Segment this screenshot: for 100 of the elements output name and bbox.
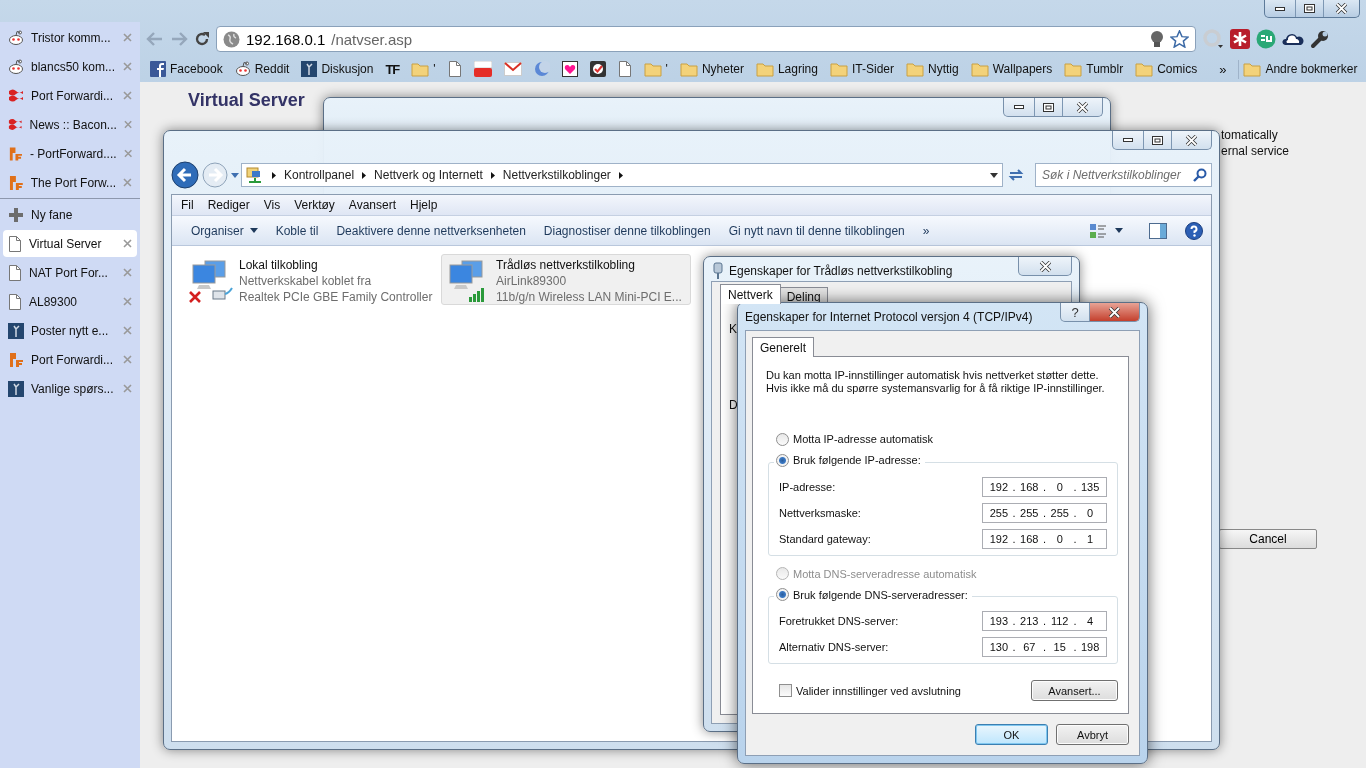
ip-address-field[interactable]: 193 . 213 . 112 . 4 [982, 611, 1107, 631]
checkbox[interactable] [779, 684, 792, 697]
browser-tab[interactable]: blancs50 kom... [0, 52, 140, 81]
bookmark[interactable]: TF [381, 59, 404, 79]
breadcrumb-item[interactable]: Kontrollpanel [284, 168, 355, 182]
bookmark[interactable]: Wallpapers [966, 59, 1057, 79]
bookmark[interactable]: Nyheter [675, 59, 748, 79]
browser-tab[interactable]: Vanlige spørs... [0, 374, 140, 403]
field-label: Alternativ DNS-server: [779, 641, 889, 653]
command-button[interactable]: Gi nytt navn til denne tilkoblingen [719, 223, 914, 238]
radio-label: Motta IP-adresse automatisk [793, 433, 933, 445]
browser-tab[interactable]: Port Forwardi... [0, 81, 140, 110]
computers-icon [448, 259, 484, 291]
logo-icon [8, 351, 24, 368]
star-icon[interactable] [1170, 30, 1189, 48]
browser-tab[interactable]: Virtual Server [3, 230, 137, 257]
cancel-button[interactable]: Cancel [1219, 529, 1317, 549]
bookmark[interactable]: Reddit [230, 59, 294, 79]
dialog-button[interactable]: OK [975, 724, 1048, 745]
command-button[interactable]: Deaktivere denne nettverksenheten [327, 223, 535, 238]
menu-item[interactable]: Fil [174, 198, 201, 212]
command-button[interactable]: Diagnostiser denne tilkoblingen [534, 223, 720, 238]
browser-tab[interactable]: - PortForward.... [0, 139, 140, 168]
folder-icon [829, 61, 848, 77]
ip-address-field[interactable]: 192 . 168 . 0 . 1 [982, 528, 1107, 549]
dialog-button[interactable]: Avbryt [1056, 724, 1129, 745]
ip-address-field[interactable]: 192 . 168 . 0 . 135 [982, 476, 1107, 497]
minimize-icon [1275, 6, 1285, 11]
field-label: Foretrukket DNS-server: [779, 615, 899, 627]
close-icon[interactable] [123, 239, 132, 248]
organize-button[interactable]: Organiser [182, 223, 267, 238]
bookmark[interactable]: ' [639, 59, 672, 79]
tile-icon [8, 380, 24, 397]
preview-pane-icon[interactable] [1149, 222, 1167, 239]
connection-item[interactable]: Trådløs nettverkstilkobling AirLink89300 11b/g/n Wireless LAN Mini-PCI E... [441, 254, 691, 305]
more-commands-button[interactable]: » [913, 223, 939, 238]
connection-device: 11b/g/n Wireless LAN Mini-PCI E... [496, 289, 682, 305]
breadcrumb-item[interactable]: Nettverk og Internett [374, 168, 483, 182]
close-icon [1108, 306, 1121, 318]
caret-icon [990, 172, 998, 178]
dialog-tab[interactable]: Generelt [752, 337, 815, 357]
bookmark-folder[interactable]: Andre bokmerker [1238, 59, 1362, 79]
search-field[interactable]: Søk i Nettverkstilkoblinger [1035, 163, 1212, 187]
address-bar[interactable]: Kontrollpanel Nettverk og Internett Nettverkstilkoblinger [241, 163, 1003, 187]
connection-status: AirLink89300 [496, 273, 568, 289]
bookmark[interactable]: Comics [1131, 59, 1202, 79]
back-button[interactable] [171, 161, 199, 189]
folder-icon [755, 61, 774, 77]
radio-button[interactable] [776, 432, 789, 446]
bookmark[interactable]: Lagring [751, 59, 822, 79]
bookmark[interactable]: Facebook [146, 59, 227, 79]
breadcrumb-item[interactable]: Nettverkstilkoblinger [502, 168, 611, 182]
network-cable-icon [211, 287, 233, 301]
menu-item[interactable]: Verktøy [287, 198, 342, 212]
page-text: tomatically [1221, 127, 1279, 143]
circle-logo-icon[interactable] [1256, 29, 1276, 49]
more-bookmarks-button[interactable]: » [1205, 61, 1235, 77]
menu-item[interactable]: Avansert [341, 198, 403, 212]
menu-item[interactable]: Hjelp [403, 198, 445, 212]
advanced-button[interactable]: Avansert... [1031, 680, 1118, 701]
bookmark[interactable]: Tumblr [1060, 59, 1128, 79]
radio-button[interactable] [776, 453, 789, 467]
maximize-icon [1304, 4, 1315, 13]
asterisk-icon[interactable] [1230, 29, 1250, 49]
browser-tab[interactable]: AL89300 [0, 287, 140, 316]
browser-tab[interactable]: NAT Port For... [0, 258, 140, 287]
radio-label: Motta DNS-serveradresse automatisk [793, 567, 977, 580]
browser-tab[interactable]: The Port Forw... [0, 168, 140, 197]
ip-address-field[interactable]: 130 . 67 . 15 . 198 [982, 637, 1107, 657]
close-icon [1076, 101, 1089, 113]
new-tab-button[interactable]: Ny fane [0, 200, 140, 229]
alien-icon [8, 58, 24, 75]
address-bar[interactable]: 192.168.0.1 /natvser.asp [216, 26, 1196, 52]
browser-tab[interactable]: Poster nytt e... [0, 316, 140, 345]
command-button[interactable]: Koble til [266, 223, 328, 238]
bookmark[interactable]: IT-Sider [825, 59, 898, 79]
ip-address-field[interactable]: 255 . 255 . 255 . 0 [982, 502, 1107, 523]
help-icon[interactable] [1185, 221, 1203, 240]
menu-item[interactable]: Rediger [200, 198, 257, 212]
reload-icon[interactable] [194, 31, 210, 47]
close-button[interactable] [1089, 303, 1139, 321]
page-icon [617, 61, 632, 77]
bookmark[interactable]: Nyttig [902, 59, 963, 79]
browser-tab[interactable]: Port Forwardi... [0, 345, 140, 374]
radio-button[interactable] [776, 588, 789, 601]
checkbox-label: Valider innstillinger ved avslutning [796, 684, 961, 697]
menu-item[interactable]: Vis [256, 198, 288, 212]
wrench-icon[interactable] [1310, 29, 1330, 49]
bulb-icon[interactable] [1150, 30, 1164, 48]
cloud-icon[interactable] [1282, 32, 1304, 46]
view-options-icon[interactable] [1089, 222, 1107, 239]
browser-tab[interactable]: Tristor komm... [0, 23, 140, 52]
bookmark[interactable]: Diskusjon [297, 59, 378, 79]
bookmark[interactable]: ' [407, 59, 440, 79]
browser-tab[interactable]: News :: Bacon... [0, 110, 140, 139]
dialog-tab[interactable]: Nettverk [720, 284, 781, 304]
check-icon [589, 61, 606, 77]
wavy-stripes-icon [8, 87, 24, 104]
folder-icon [643, 61, 662, 77]
envelope-icon [503, 62, 522, 76]
